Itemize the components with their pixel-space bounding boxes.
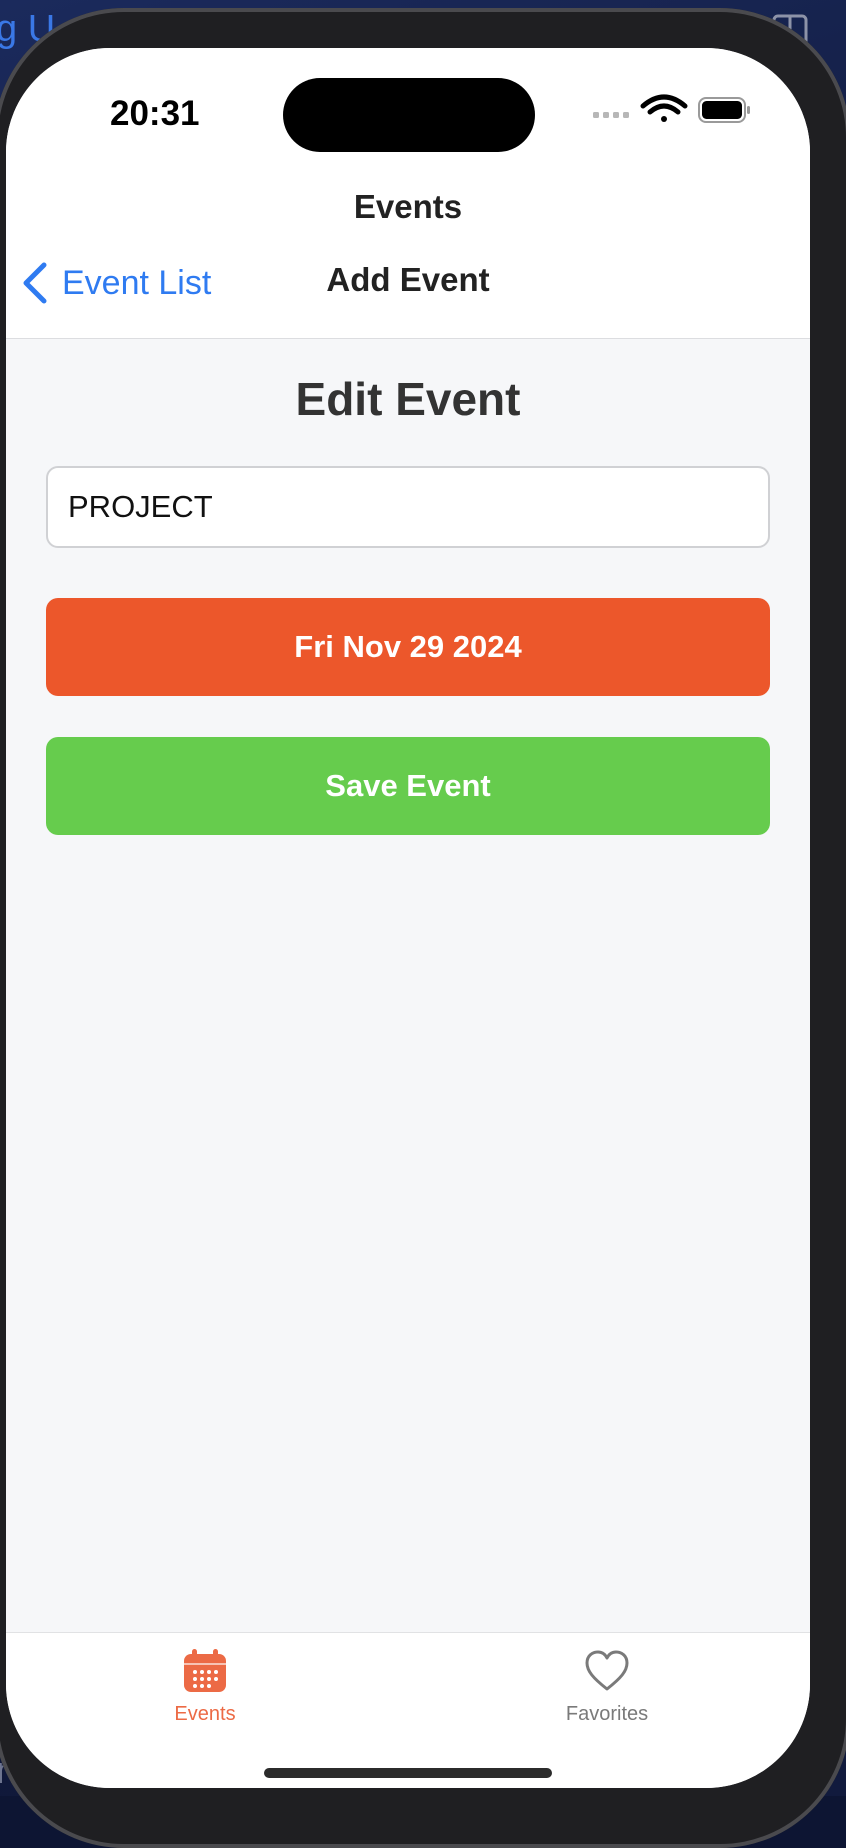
tab-events[interactable]: Events xyxy=(105,1647,305,1726)
battery-icon xyxy=(698,97,750,123)
tab-favorites[interactable]: Favorites xyxy=(507,1647,707,1726)
event-name-input[interactable] xyxy=(46,466,770,548)
date-picker-button[interactable]: Fri Nov 29 2024 xyxy=(46,598,770,696)
tab-bar: Events Favorites xyxy=(6,1632,810,1788)
status-icons xyxy=(593,94,750,123)
signal-icon xyxy=(593,112,629,118)
app-screen: 20:31 Events Event List Add Event Edit E… xyxy=(6,48,810,1788)
phone-frame: 20:31 Events Event List Add Event Edit E… xyxy=(0,8,846,1848)
wifi-icon xyxy=(640,94,688,122)
tab-favorites-label: Favorites xyxy=(565,1703,649,1725)
heart-icon xyxy=(585,1650,629,1691)
save-event-button[interactable]: Save Event xyxy=(46,737,770,835)
calendar-icon xyxy=(184,1649,226,1692)
page-title-add-event: Add Event xyxy=(326,261,490,298)
screen-title: Events xyxy=(353,188,463,225)
dynamic-island xyxy=(283,78,535,152)
tab-events-label: Events xyxy=(174,1703,236,1725)
home-indicator[interactable] xyxy=(264,1768,552,1778)
navigation-header: 20:31 Events Event List Add Event xyxy=(6,48,810,339)
form-heading: Edit Event xyxy=(295,373,521,425)
status-time: 20:31 xyxy=(110,94,200,133)
